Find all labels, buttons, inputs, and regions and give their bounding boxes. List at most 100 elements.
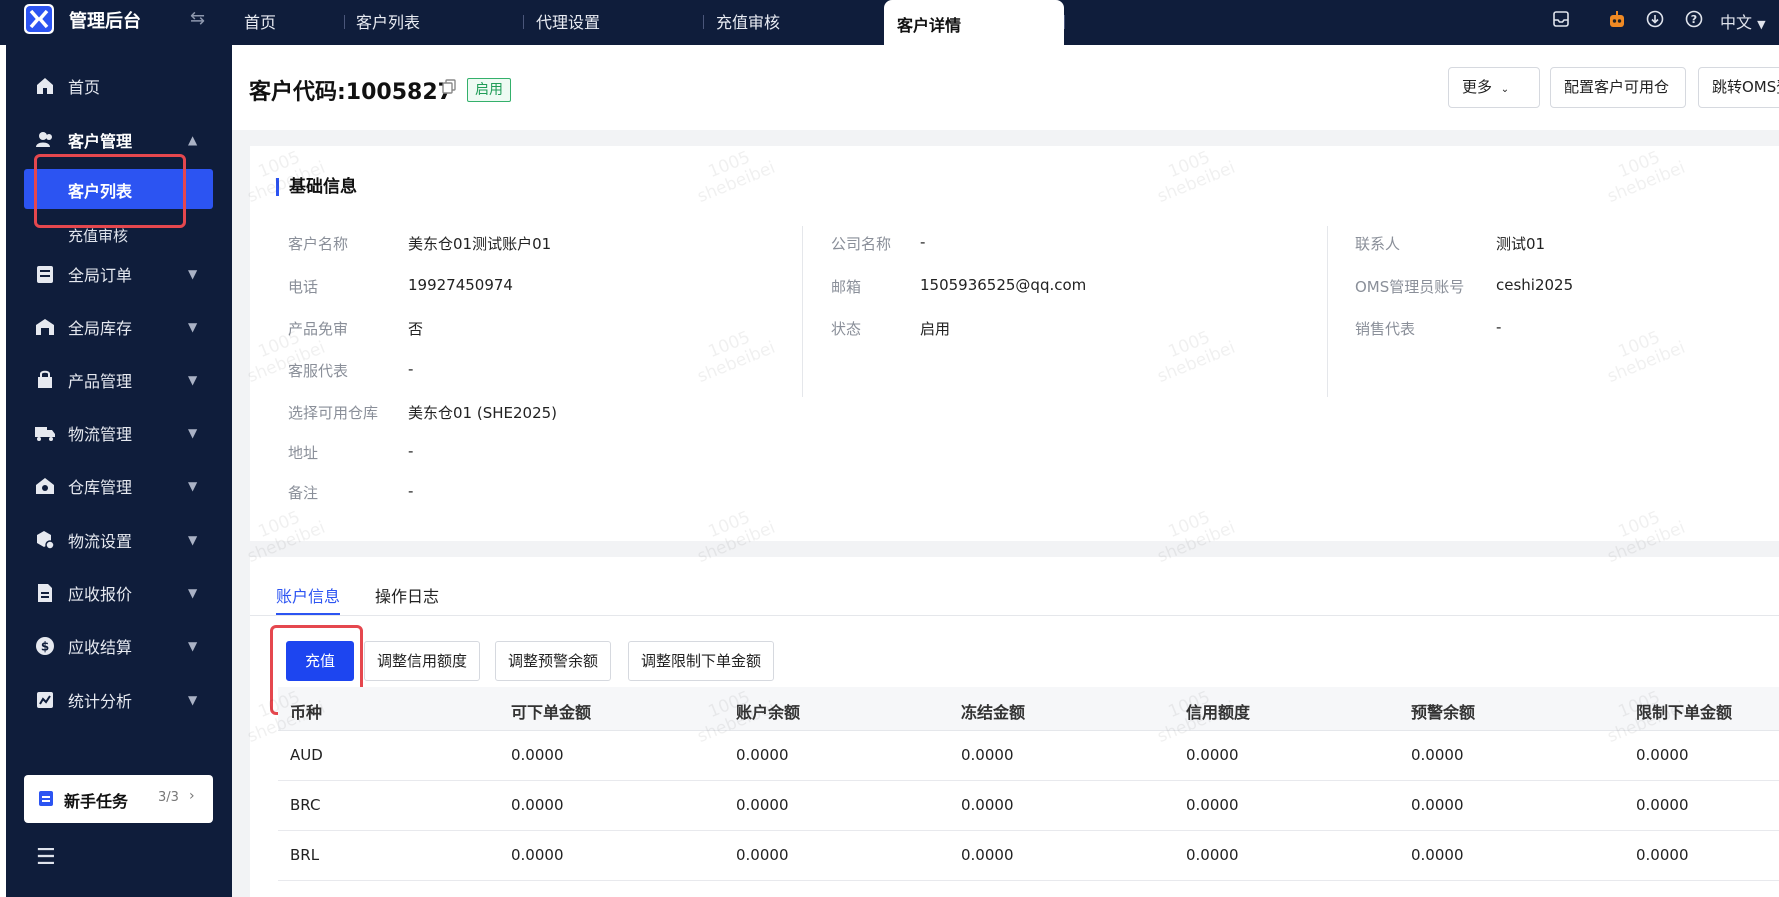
field-value: -	[1496, 318, 1502, 336]
tab-recharge-review[interactable]: 充值审核	[716, 11, 780, 35]
table-row[interactable]: BRL 0.0000 0.0000 0.0000 0.0000 0.0000 0…	[278, 831, 1779, 881]
adjust-limit-button[interactable]: 调整限制下单金额	[628, 641, 775, 681]
sidebar-item-warehouse-management[interactable]: 仓库管理 ▼	[6, 466, 232, 506]
sidebar-item-label: 全局库存	[68, 319, 133, 338]
collapse-toggle-icon[interactable]: ⇆	[190, 8, 205, 29]
column-header: 预警余额	[1411, 703, 1476, 722]
house-icon	[34, 475, 56, 497]
jump-oms-button[interactable]: 跳转OMS登	[1698, 67, 1779, 108]
tab-divider	[344, 15, 345, 29]
sidebar: 首页 客户管理 ▲ 客户列表 充值审核 全局订单 ▼ 全局库存 ▼ 产品管理 ▼…	[6, 45, 232, 897]
field-label: 公司名称	[831, 235, 892, 253]
robot-icon[interactable]	[1607, 10, 1627, 34]
tab-account-info[interactable]: 账户信息	[276, 583, 340, 607]
table-cell: 0.0000	[1411, 796, 1464, 814]
sidebar-item-product-management[interactable]: 产品管理 ▼	[6, 360, 232, 400]
sidebar-item-label: 产品管理	[68, 372, 133, 391]
column-header: 币种	[290, 703, 323, 722]
table-cell: 0.0000	[736, 746, 789, 764]
copy-icon[interactable]	[442, 79, 456, 98]
chevron-right-icon: ›	[189, 788, 195, 804]
sidebar-item-label: 统计分析	[68, 692, 133, 711]
app-title: 管理后台	[69, 11, 141, 32]
column-header: 冻结金额	[961, 703, 1026, 722]
sidebar-item-logistics-management[interactable]: 物流管理 ▼	[6, 413, 232, 453]
chevron-up-icon: ▲	[188, 133, 198, 147]
table-row[interactable]: BRC 0.0000 0.0000 0.0000 0.0000 0.0000 0…	[278, 781, 1779, 831]
more-button[interactable]: 更多 ⌄	[1448, 67, 1540, 108]
table-cell: 0.0000	[1636, 796, 1689, 814]
config-warehouse-button[interactable]: 配置客户可用仓	[1550, 67, 1686, 108]
truck-icon	[34, 422, 56, 444]
chevron-down-icon: ▼	[188, 320, 198, 334]
app-logo-icon[interactable]	[24, 4, 54, 34]
language-label: 中文	[1720, 13, 1753, 32]
top-bar: 管理后台 ⇆ 首页 客户列表 代理设置 充值审核 客户详情 ? 中文 ▼	[0, 0, 1779, 45]
column-divider	[802, 226, 803, 397]
table-row[interactable]: AUD 0.0000 0.0000 0.0000 0.0000 0.0000 0…	[278, 731, 1779, 781]
sidebar-item-label: 首页	[68, 78, 101, 97]
table-cell: 0.0000	[961, 796, 1014, 814]
sidebar-item-label: 全局订单	[68, 266, 133, 285]
chevron-down-icon: ▼	[188, 373, 198, 387]
field-value: 19927450974	[408, 276, 513, 294]
adjust-credit-button[interactable]: 调整信用额度	[364, 641, 481, 681]
field-label: 销售代表	[1355, 320, 1416, 338]
table-cell: 0.0000	[1186, 796, 1239, 814]
language-selector[interactable]: 中文 ▼	[1720, 9, 1766, 33]
basic-info-card: 基础信息 客户名称 美东仓01测试账户01 电话 19927450974 产品免…	[250, 146, 1779, 541]
field-label: 邮箱	[831, 278, 862, 296]
sidebar-item-label: 应收结算	[68, 638, 133, 657]
page-header: 客户代码:1005827 启用 更多 ⌄ 配置客户可用仓 跳转OMS登	[232, 45, 1779, 130]
table-cell: 0.0000	[736, 796, 789, 814]
field-label: 电话	[288, 278, 319, 296]
adjust-warning-button[interactable]: 调整预警余额	[495, 641, 612, 681]
sidebar-item-logistics-settings[interactable]: 物流设置 ▼	[6, 520, 232, 560]
chevron-down-icon: ▼	[188, 693, 198, 707]
inbox-icon[interactable]	[1552, 10, 1570, 32]
tab-customer-list[interactable]: 客户列表	[356, 11, 420, 35]
help-icon[interactable]: ?	[1685, 10, 1703, 32]
tab-operation-log[interactable]: 操作日志	[375, 583, 439, 607]
caret-down-icon: ▼	[1757, 18, 1766, 31]
field-value: 测试01	[1496, 235, 1546, 253]
field-value: ceshi2025	[1496, 276, 1574, 294]
sidebar-item-global-inventory[interactable]: 全局库存 ▼	[6, 307, 232, 347]
tab-divider	[523, 15, 524, 29]
order-icon	[34, 263, 56, 285]
section-title: 基础信息	[276, 178, 357, 196]
table-cell: 0.0000	[511, 746, 564, 764]
users-icon	[34, 129, 56, 151]
column-header: 账户余额	[736, 703, 801, 722]
download-icon[interactable]	[1646, 10, 1664, 32]
chevron-down-icon: ▼	[188, 586, 198, 600]
table-cell: 0.0000	[511, 796, 564, 814]
menu-icon[interactable]: ☰	[36, 845, 56, 870]
field-value: 美东仓01测试账户01	[408, 235, 552, 253]
table-cell: AUD	[290, 746, 323, 764]
tab-customer-detail[interactable]: 客户详情	[884, 0, 1064, 45]
highlight-annotation	[34, 154, 186, 228]
field-value: 启用	[920, 320, 951, 338]
sidebar-item-label: 物流设置	[68, 532, 133, 551]
tab-home[interactable]: 首页	[244, 11, 276, 35]
sidebar-item-global-orders[interactable]: 全局订单 ▼	[6, 254, 232, 294]
tab-agent-settings[interactable]: 代理设置	[536, 11, 600, 35]
svg-text:$: $	[41, 640, 49, 654]
main-content: 客户代码:1005827 启用 更多 ⌄ 配置客户可用仓 跳转OMS登 基础信息…	[232, 45, 1779, 897]
table-cell: 0.0000	[511, 846, 564, 864]
page-title: 客户代码:1005827	[249, 80, 453, 105]
sidebar-subitem-recharge-review[interactable]: 充值审核	[68, 225, 128, 246]
sidebar-item-home[interactable]: 首页	[6, 66, 232, 106]
table-cell: 0.0000	[1186, 846, 1239, 864]
sidebar-item-receivable-settlement[interactable]: $ 应收结算 ▼	[6, 626, 232, 666]
table-header: 币种 可下单金额 账户余额 冻结金额 信用额度 预警余额 限制下单金额	[278, 687, 1779, 731]
sidebar-item-statistics[interactable]: 统计分析 ▼	[6, 680, 232, 720]
table-cell: BRL	[290, 846, 320, 864]
table-cell: 0.0000	[1636, 746, 1689, 764]
sidebar-item-receivable-quote[interactable]: 应收报价 ▼	[6, 573, 232, 613]
field-label: 选择可用仓库	[288, 404, 379, 422]
product-icon	[34, 369, 56, 391]
table-cell: 0.0000	[1411, 846, 1464, 864]
newbie-task-card[interactable]: 新手任务 3/3 ›	[24, 775, 213, 823]
